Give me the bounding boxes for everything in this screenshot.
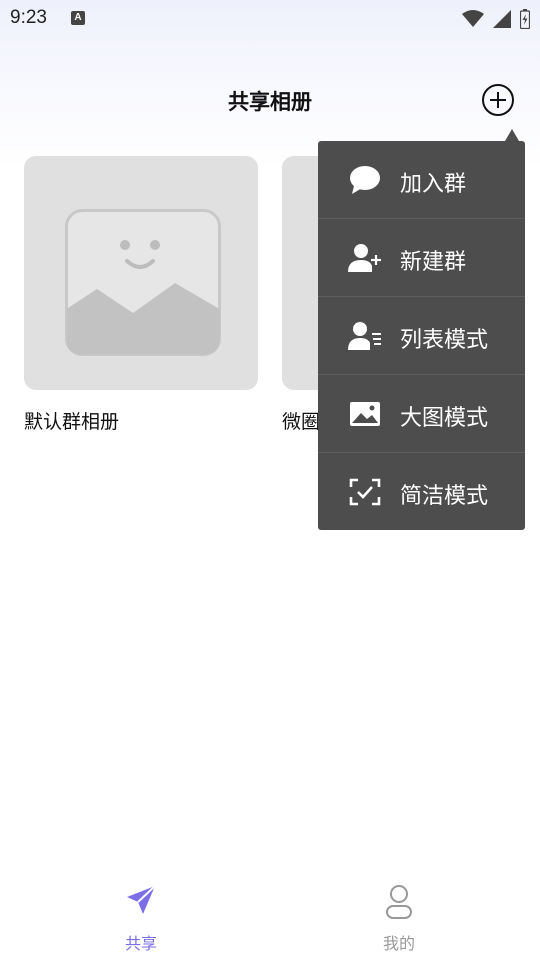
menu-item-join-group[interactable]: 加入群 <box>318 141 525 219</box>
status-bar: 9:23 A <box>0 0 540 36</box>
bottom-nav: 共享 我的 <box>0 872 540 960</box>
user-list-icon <box>348 322 381 350</box>
popup-arrow <box>505 129 519 141</box>
menu-item-label: 加入群 <box>400 172 467 197</box>
image-icon <box>350 402 380 426</box>
tab-label: 共享 <box>124 934 157 953</box>
user-plus-icon <box>348 244 381 272</box>
menu-item-new-group[interactable]: 新建群 <box>318 219 525 297</box>
tab-label: 我的 <box>382 934 415 953</box>
popup-menu: 加入群 新建群 列表模式 大图模式 简洁模式 <box>318 141 525 530</box>
tab-share[interactable]: 共享 <box>71 872 211 960</box>
add-button[interactable] <box>481 83 515 117</box>
status-time: 9:23 <box>10 7 47 28</box>
album-thumbnail[interactable] <box>24 156 258 390</box>
chat-bubble-icon <box>350 166 380 194</box>
paper-plane-icon <box>127 885 156 914</box>
menu-item-label: 列表模式 <box>400 328 489 353</box>
person-icon <box>386 885 412 919</box>
album-name: 默认群相册 <box>24 411 120 433</box>
status-icons <box>458 8 530 29</box>
menu-item-list-mode[interactable]: 列表模式 <box>318 297 525 375</box>
tab-mine[interactable]: 我的 <box>329 872 469 960</box>
album-card[interactable]: 默认群相册 <box>24 156 258 434</box>
menu-item-large-image-mode[interactable]: 大图模式 <box>318 375 525 453</box>
plus-circle-icon <box>482 84 514 116</box>
menu-item-label: 新建群 <box>400 250 467 275</box>
scan-check-icon <box>349 478 381 506</box>
menu-item-label: 大图模式 <box>400 406 489 431</box>
wifi-icon <box>461 9 484 27</box>
image-placeholder-icon <box>65 209 221 356</box>
notification-badge: A <box>71 11 85 25</box>
cellular-signal-icon <box>492 9 511 28</box>
menu-item-label: 简洁模式 <box>400 484 489 509</box>
page-title: 共享相册 <box>228 90 312 114</box>
battery-icon <box>520 8 530 29</box>
menu-item-simple-mode[interactable]: 简洁模式 <box>318 453 525 531</box>
